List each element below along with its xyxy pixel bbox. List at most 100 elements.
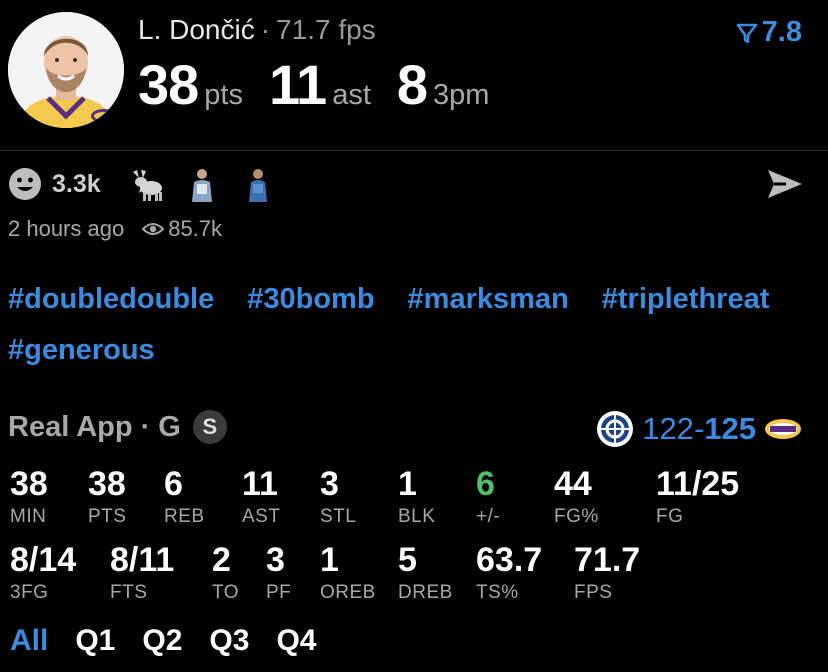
stat-value: 6 bbox=[164, 465, 183, 503]
assists-unit: ast bbox=[332, 79, 371, 111]
stat-label: 3FG bbox=[10, 582, 49, 603]
stat-label: PTS bbox=[88, 506, 127, 527]
stat-dreb: 5 DREB bbox=[398, 542, 453, 604]
hashtag[interactable]: #marksman bbox=[408, 280, 569, 318]
stat-value: 8/14 bbox=[10, 541, 77, 579]
share-send-icon[interactable] bbox=[766, 168, 804, 200]
separator-dot: · bbox=[260, 14, 271, 45]
stat-value: 44 bbox=[554, 465, 592, 503]
reaction-count: 3.3k bbox=[52, 169, 101, 198]
hashtag[interactable]: #generous bbox=[8, 331, 155, 369]
divider bbox=[0, 150, 828, 151]
stat-label: FPS bbox=[574, 582, 613, 603]
assists-value: 11 bbox=[268, 53, 327, 116]
hashtag[interactable]: #doubledouble bbox=[8, 280, 214, 318]
view-count: 85.7k bbox=[168, 216, 223, 241]
away-score: 122 bbox=[642, 411, 694, 446]
stat-value: 38 bbox=[10, 465, 48, 503]
filter-icon bbox=[736, 23, 757, 43]
stat-fps: 71.7 FPS bbox=[574, 542, 640, 604]
tab-q1[interactable]: Q1 bbox=[75, 624, 115, 658]
hashtag[interactable]: #30bomb bbox=[247, 280, 374, 318]
stat-pts: 38 PTS bbox=[88, 466, 126, 528]
source-row: Real App · G S bbox=[8, 410, 227, 444]
away-team-logo-icon bbox=[597, 411, 634, 447]
time-ago: 2 hours ago bbox=[8, 216, 125, 241]
stat-value: 2 bbox=[212, 541, 231, 579]
smiley-icon[interactable] bbox=[8, 167, 42, 201]
hashtag[interactable]: #triplethreat bbox=[602, 280, 770, 318]
stat-label: PF bbox=[266, 582, 292, 603]
stat-value: 6 bbox=[476, 465, 495, 503]
source-name[interactable]: Real App bbox=[8, 411, 133, 444]
stat-3fg: 8/14 3FG bbox=[10, 542, 76, 604]
stat-fts: 8/11 FTS bbox=[110, 542, 174, 604]
threes-unit: 3pm bbox=[433, 79, 490, 111]
eye-icon bbox=[142, 223, 165, 235]
stat-blk: 1 BLK bbox=[398, 466, 435, 528]
headline-stats: 38 pts 11 ast 8 3pm bbox=[138, 52, 515, 117]
stat-label: FG% bbox=[554, 506, 599, 527]
stat-label: BLK bbox=[398, 506, 436, 527]
stat-value: 11 bbox=[242, 465, 278, 503]
stat-reb: 6 REB bbox=[164, 466, 205, 528]
stat-min: 38 MIN bbox=[10, 466, 48, 528]
stat-label: STL bbox=[320, 506, 357, 527]
score-dash: - bbox=[693, 411, 705, 446]
stat-to: 2 TO bbox=[212, 542, 239, 604]
stat-value: 1 bbox=[398, 465, 417, 503]
player-name[interactable]: L. Dončić bbox=[138, 14, 255, 45]
stat-label: FG bbox=[656, 506, 684, 527]
player-figure-icon[interactable] bbox=[240, 166, 275, 202]
stat-value: 8/11 bbox=[110, 541, 175, 579]
stat-label: OREB bbox=[320, 582, 376, 603]
stat-value: 71.7 bbox=[574, 541, 641, 579]
stat-plus-minus: 6 +/- bbox=[476, 466, 500, 528]
player-title-line: L. Dončić · 71.7 fps bbox=[138, 14, 376, 46]
stat-label: DREB bbox=[398, 582, 453, 603]
tab-q2[interactable]: Q2 bbox=[142, 624, 182, 658]
lakers-logo-icon bbox=[765, 419, 801, 439]
stat-label: REB bbox=[164, 506, 205, 527]
tab-all[interactable]: All bbox=[10, 624, 48, 658]
game-score[interactable]: 122-125 bbox=[596, 410, 802, 448]
stat-oreb: 1 OREB bbox=[320, 542, 376, 604]
stat-value: 11/25 bbox=[656, 465, 740, 503]
points-value: 38 bbox=[138, 53, 199, 116]
stat-label: MIN bbox=[10, 506, 47, 527]
goat-icon[interactable] bbox=[129, 166, 163, 202]
fps-rating-value: 7.8 bbox=[761, 16, 802, 48]
threes-value: 8 bbox=[396, 53, 428, 116]
tab-q4[interactable]: Q4 bbox=[276, 624, 316, 658]
post-meta: 2 hours ago 85.7k bbox=[8, 216, 222, 242]
stat-value: 63.7 bbox=[476, 541, 543, 579]
stat-value: 38 bbox=[88, 465, 126, 503]
player-avatar[interactable] bbox=[8, 12, 124, 128]
stat-pf: 3 PF bbox=[266, 542, 291, 604]
source-grade: G bbox=[158, 410, 181, 443]
stat-label: TO bbox=[212, 582, 240, 603]
player-figure-icon[interactable] bbox=[184, 166, 219, 202]
separator-dot: · bbox=[140, 410, 151, 443]
points-unit: pts bbox=[204, 79, 243, 111]
s-badge[interactable]: S bbox=[192, 410, 227, 444]
home-score: 125 bbox=[704, 411, 756, 446]
stat-value: 5 bbox=[398, 541, 417, 579]
stat-label: TS% bbox=[476, 582, 519, 603]
hashtag-list: #doubledouble #30bomb #marksman #triplet… bbox=[8, 280, 808, 369]
reactions-bar: 3.3k bbox=[8, 166, 297, 202]
stat-fg: 11/25 FG bbox=[656, 466, 739, 528]
stat-value: 3 bbox=[266, 541, 285, 579]
tab-q3[interactable]: Q3 bbox=[209, 624, 249, 658]
stat-value: 3 bbox=[320, 465, 339, 503]
stat-value: 1 bbox=[320, 541, 339, 579]
quarter-tabs: All Q1 Q2 Q3 Q4 bbox=[10, 624, 316, 658]
stat-label: +/- bbox=[476, 506, 501, 527]
fps-rating-badge[interactable]: 7.8 bbox=[736, 16, 802, 49]
stat-label: FTS bbox=[110, 582, 148, 603]
stat-ts-pct: 63.7 TS% bbox=[476, 542, 542, 604]
stat-stl: 3 STL bbox=[320, 466, 356, 528]
stat-fg-pct: 44 FG% bbox=[554, 466, 599, 528]
fps-value: 71.7 fps bbox=[276, 14, 376, 45]
stat-ast: 11 AST bbox=[242, 466, 280, 528]
